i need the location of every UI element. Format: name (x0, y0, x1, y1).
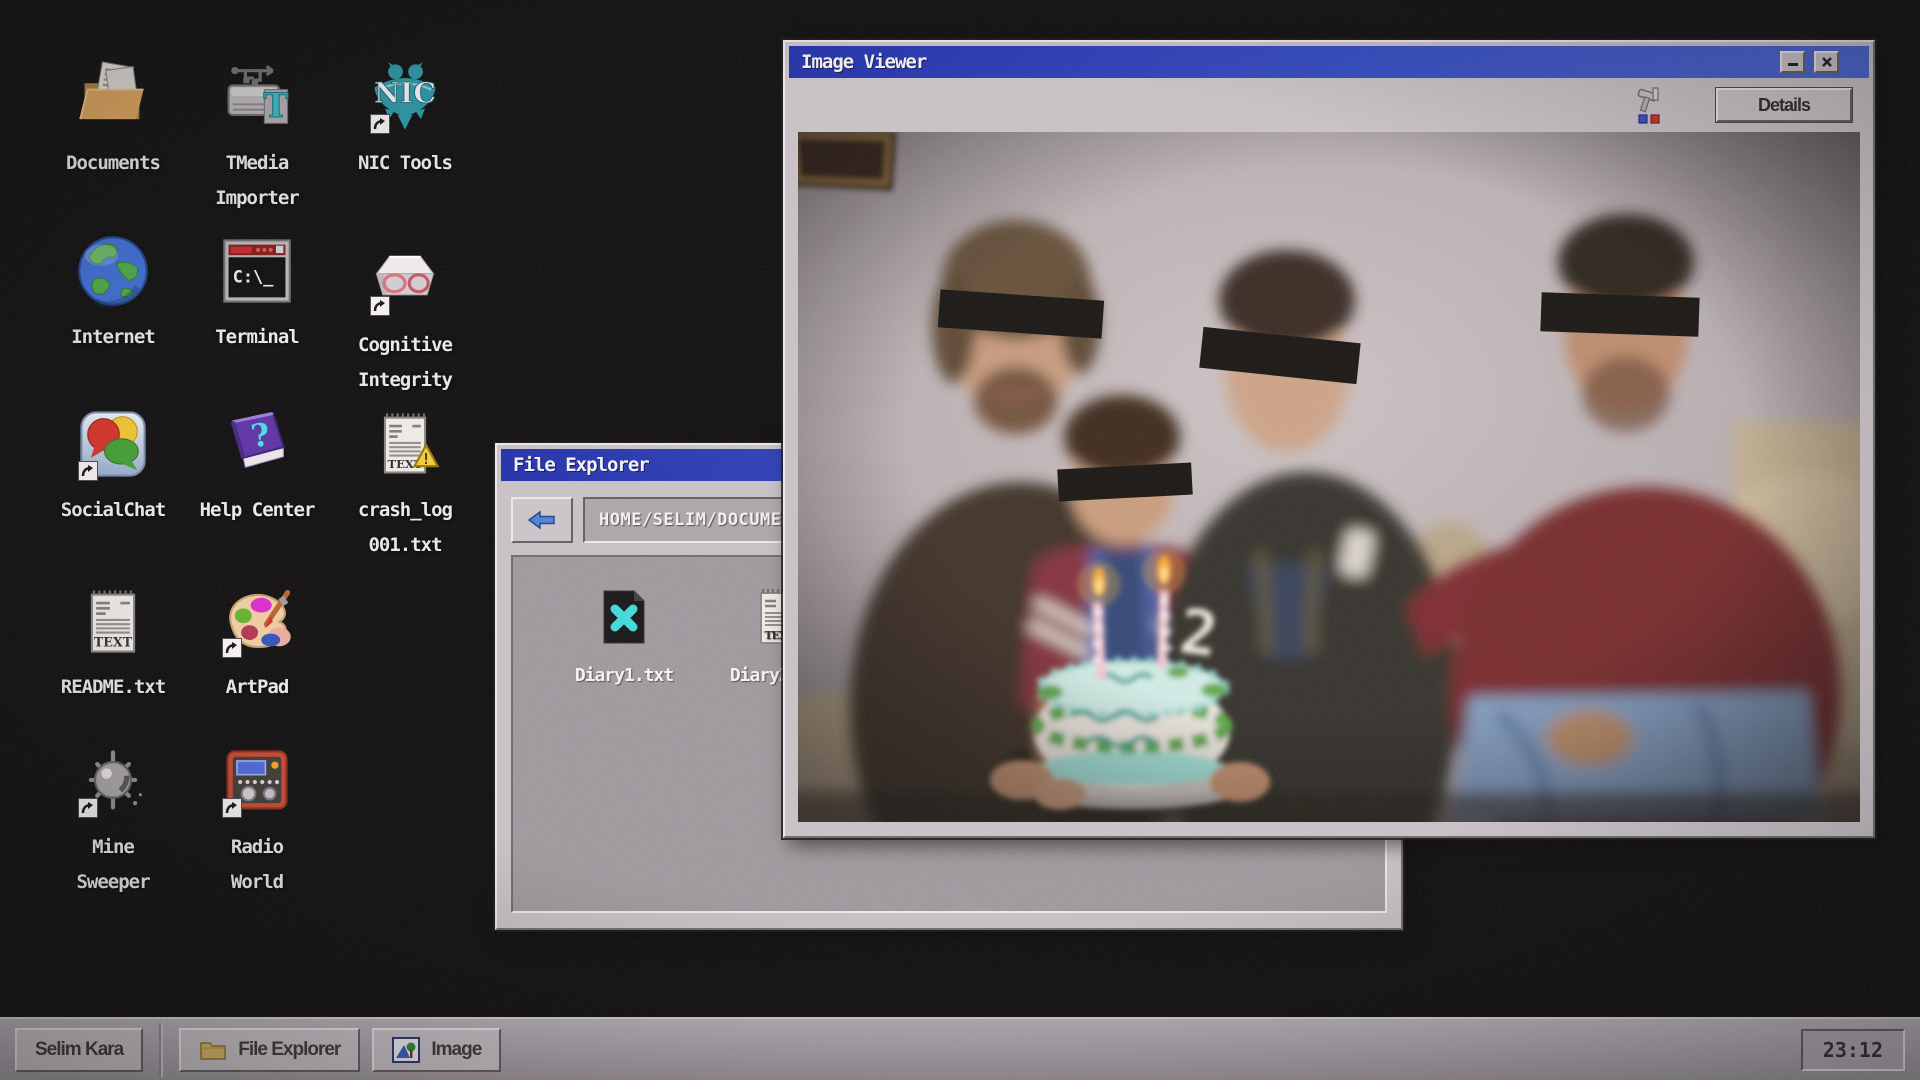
desktop-icon-label: MineSweeper (76, 830, 149, 900)
desktop-icon-terminal[interactable]: C:\_ Terminal (182, 232, 332, 355)
file-explorer-title: File Explorer (513, 454, 649, 476)
file-item-diary1[interactable]: Diary1.txt (559, 585, 689, 686)
desktop-icon-nic-tools[interactable]: NIC NIC Tools (330, 58, 480, 181)
shortcut-arrow-badge (78, 461, 98, 481)
desktop-icon-label: ArtPad (226, 670, 289, 705)
nic-tools-eagle-icon: NIC (366, 58, 444, 136)
file-name: Diary1.txt (559, 665, 689, 686)
mine-icon (74, 742, 152, 820)
tmedia-importer-icon: T (218, 58, 296, 136)
desktop-icon-internet[interactable]: Internet (38, 232, 188, 355)
desktop-icon-label: Documents (66, 146, 160, 181)
readme-file-icon: TEXT (74, 582, 152, 660)
desktop-icon-mine-sweeper[interactable]: MineSweeper (38, 742, 188, 900)
desktop-icon-label: TMediaImporter (215, 146, 299, 216)
crash-log-file-icon: TEXT ! (366, 405, 444, 483)
clock[interactable]: 23:12 (1801, 1029, 1905, 1071)
desktop: Documents T TMediaImporter (0, 0, 1920, 1080)
taskbar-button-label: Image (431, 1039, 481, 1061)
desktop-icon-tmedia-importer[interactable]: T TMediaImporter (182, 58, 332, 216)
desktop-icon-label: crash_log001.txt (358, 493, 452, 563)
documents-folder-icon (74, 58, 152, 136)
folder-icon (199, 1039, 227, 1061)
warning-exclamation: ! (422, 451, 431, 468)
taskbar-button-file-explorer[interactable]: File Explorer (179, 1028, 360, 1072)
image-viewer-window[interactable]: Image Viewer Details (783, 40, 1875, 838)
close-button[interactable] (1814, 51, 1839, 73)
user-name-label: Selim Kara (35, 1039, 123, 1061)
image-file-icon (392, 1037, 420, 1063)
back-button[interactable] (511, 497, 573, 543)
desktop-icon-radio-world[interactable]: RadioWorld (182, 742, 332, 900)
image-viewer-titlebar[interactable]: Image Viewer (789, 46, 1869, 78)
user-start-button[interactable]: Selim Kara (15, 1028, 143, 1072)
desktop-icon-crash-log[interactable]: TEXT ! crash_log001.txt (330, 405, 480, 563)
minimize-button[interactable] (1780, 51, 1805, 73)
address-text: HOME/SELIM/DOCUMENTS (599, 510, 814, 530)
taskbar-button-image[interactable]: Image (372, 1028, 501, 1072)
artpad-palette-icon (218, 582, 296, 660)
shortcut-arrow-badge (370, 296, 390, 316)
tmedia-t-glyph: T (263, 85, 288, 125)
nic-logo-text: NIC (374, 75, 436, 109)
shortcut-arrow-badge (222, 798, 242, 818)
x-text-file-icon (592, 585, 656, 649)
terminal-prompt-text: C:\_ (233, 267, 274, 287)
desktop-icon-label: Help Center (200, 493, 315, 528)
desktop-icon-cognitive-integrity[interactable]: CognitiveIntegrity (330, 240, 480, 398)
back-arrow-icon (527, 509, 557, 531)
shortcut-arrow-badge (222, 638, 242, 658)
taskbar: Selim Kara File Explorer Image 23:12 (0, 1017, 1920, 1080)
taskbar-button-label: File Explorer (238, 1039, 340, 1061)
desktop-icon-label: CognitiveIntegrity (358, 328, 452, 398)
radio-icon (218, 742, 296, 820)
desktop-icon-label: Internet (71, 320, 155, 355)
image-viewer-title: Image Viewer (801, 51, 926, 73)
desktop-icon-label: SocialChat (61, 493, 165, 528)
desktop-icon-help-center[interactable]: ? Help Center (182, 405, 332, 528)
shortcut-arrow-badge (78, 798, 98, 818)
shortcut-arrow-badge (370, 114, 390, 134)
socialchat-icon (74, 405, 152, 483)
close-icon (1821, 56, 1833, 68)
desktop-icon-readme[interactable]: TEXT README.txt (38, 582, 188, 705)
clock-time: 23:12 (1823, 1038, 1883, 1062)
cognitive-integrity-icon (366, 240, 444, 318)
details-button-label: Details (1758, 95, 1810, 116)
tools-icon[interactable] (1629, 86, 1667, 126)
details-button[interactable]: Details (1716, 88, 1852, 122)
minimize-icon (1787, 57, 1799, 67)
desktop-icon-label: Terminal (215, 320, 299, 355)
photo: 2 (798, 132, 1860, 822)
desktop-icon-label: RadioWorld (231, 830, 283, 900)
help-center-book-icon: ? (218, 405, 296, 483)
desktop-icon-artpad[interactable]: ArtPad (182, 582, 332, 705)
taskbar-separator (159, 1023, 163, 1077)
desktop-icon-documents[interactable]: Documents (38, 58, 188, 181)
desktop-icon-label: README.txt (61, 670, 165, 705)
terminal-icon: C:\_ (218, 232, 296, 310)
desktop-icon-label: NIC Tools (358, 146, 452, 181)
desktop-icon-socialchat[interactable]: SocialChat (38, 405, 188, 528)
internet-globe-icon (74, 232, 152, 310)
text-file-label: TEXT (94, 634, 133, 649)
